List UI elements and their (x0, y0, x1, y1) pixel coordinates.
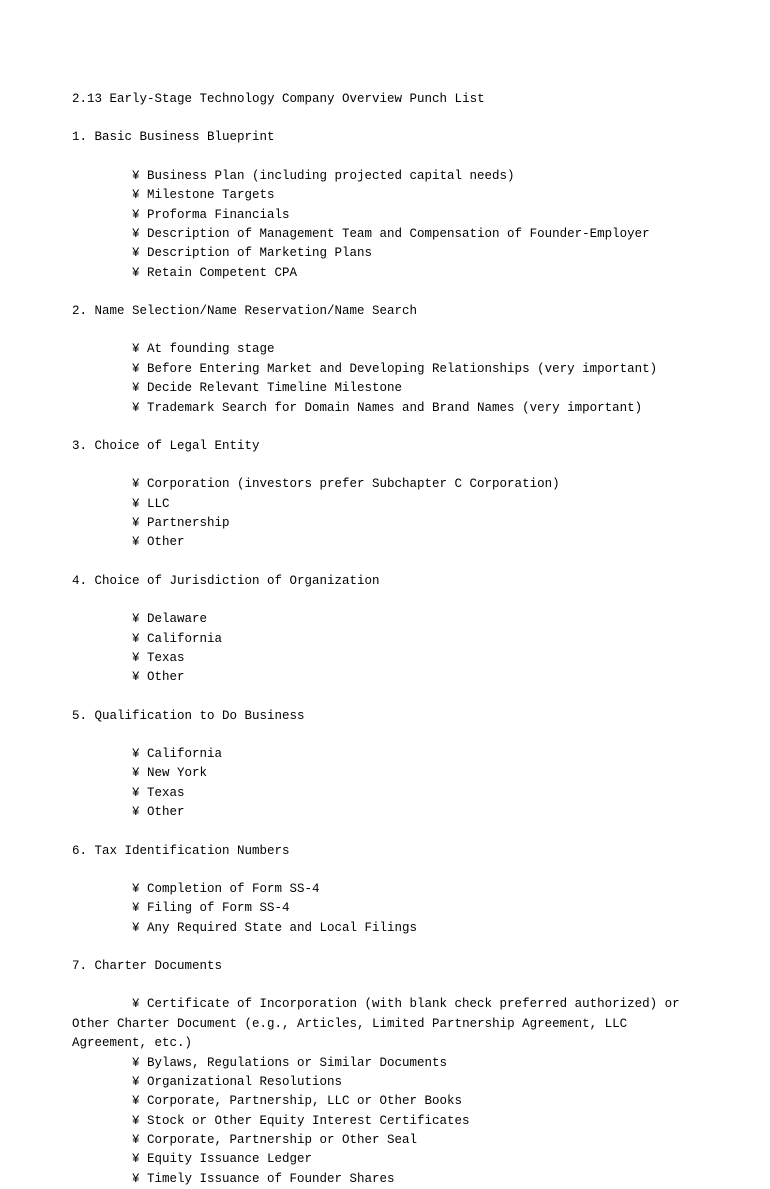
section-5: 5. Qualification to Do Business ¥ Califo… (72, 707, 698, 823)
list-item: ¥ Trademark Search for Domain Names and … (72, 399, 698, 418)
section-7: 7. Charter Documents ¥ Certificate of In… (72, 957, 698, 1189)
list-item: ¥ Any Required State and Local Filings (72, 919, 698, 938)
list-item: ¥ Decide Relevant Timeline Milestone (72, 379, 698, 398)
section-6: 6. Tax Identification Numbers ¥ Completi… (72, 842, 698, 939)
list-item: ¥ Bylaws, Regulations or Similar Documen… (72, 1054, 698, 1073)
section-3: 3. Choice of Legal Entity ¥ Corporation … (72, 437, 698, 553)
section-2-heading: 2. Name Selection/Name Reservation/Name … (72, 302, 698, 321)
list-item: ¥ Other (72, 803, 698, 822)
section-6-heading: 6. Tax Identification Numbers (72, 842, 698, 861)
list-item: ¥ Stock or Other Equity Interest Certifi… (72, 1112, 698, 1131)
list-item: ¥ Delaware (72, 610, 698, 629)
list-item: ¥ Filing of Form SS-4 (72, 899, 698, 918)
list-item: ¥ Corporate, Partnership or Other Seal (72, 1131, 698, 1150)
list-item: ¥ Partnership (72, 514, 698, 533)
list-item: ¥ Corporate, Partnership, LLC or Other B… (72, 1092, 698, 1111)
list-item: ¥ LLC (72, 495, 698, 514)
list-item: ¥ Certificate of Incorporation (with bla… (72, 995, 698, 1014)
section-1: 1. Basic Business Blueprint ¥ Business P… (72, 128, 698, 283)
section-7-heading: 7. Charter Documents (72, 957, 698, 976)
list-item: ¥ Before Entering Market and Developing … (72, 360, 698, 379)
list-item: ¥ Description of Management Team and Com… (72, 225, 698, 244)
list-item: ¥ Organizational Resolutions (72, 1073, 698, 1092)
list-item: ¥ Other (72, 668, 698, 687)
section-5-heading: 5. Qualification to Do Business (72, 707, 698, 726)
list-item: ¥ New York (72, 764, 698, 783)
list-item-continuation: Agreement, etc.) (72, 1034, 698, 1053)
list-item: ¥ Other (72, 533, 698, 552)
list-item: ¥ Proforma Financials (72, 206, 698, 225)
list-item: ¥ At founding stage (72, 340, 698, 359)
list-item: ¥ Corporation (investors prefer Subchapt… (72, 475, 698, 494)
section-4-heading: 4. Choice of Jurisdiction of Organizatio… (72, 572, 698, 591)
list-item-continuation: Other Charter Document (e.g., Articles, … (72, 1015, 698, 1034)
list-item: ¥ Texas (72, 784, 698, 803)
list-item: ¥ Timely Issuance of Founder Shares (72, 1170, 698, 1189)
list-item: ¥ Description of Marketing Plans (72, 244, 698, 263)
list-item: ¥ California (72, 745, 698, 764)
list-item: ¥ Completion of Form SS-4 (72, 880, 698, 899)
document-title: 2.13 Early-Stage Technology Company Over… (72, 90, 698, 109)
section-2: 2. Name Selection/Name Reservation/Name … (72, 302, 698, 418)
list-item: ¥ Equity Issuance Ledger (72, 1150, 698, 1169)
list-item: ¥ Business Plan (including projected cap… (72, 167, 698, 186)
section-4: 4. Choice of Jurisdiction of Organizatio… (72, 572, 698, 688)
list-item: ¥ Milestone Targets (72, 186, 698, 205)
list-item: ¥ Texas (72, 649, 698, 668)
section-3-heading: 3. Choice of Legal Entity (72, 437, 698, 456)
list-item: ¥ California (72, 630, 698, 649)
list-item: ¥ Retain Competent CPA (72, 264, 698, 283)
section-1-heading: 1. Basic Business Blueprint (72, 128, 698, 147)
